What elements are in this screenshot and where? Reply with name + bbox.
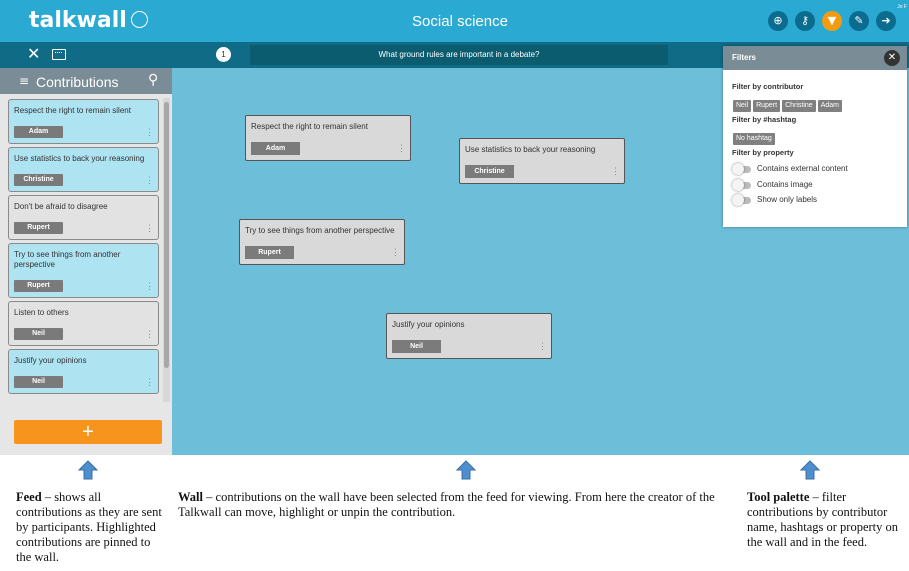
question-text: What ground rules are important in a deb…	[250, 45, 668, 65]
up-arrow-icon	[800, 460, 820, 480]
feed-title: Contributions	[36, 74, 119, 90]
author-tag: Christine	[14, 174, 63, 186]
toggle-label: Contains external content	[757, 164, 848, 173]
chip-no-hashtag[interactable]: No hashtag	[733, 133, 775, 145]
contributor-chips: Neil Rupert Christine Adam	[733, 94, 844, 112]
hashtag-chips: No hashtag	[733, 127, 777, 145]
feed-item[interactable]: Respect the right to remain silent Adam …	[8, 99, 159, 144]
filter-icon[interactable]: ▼	[822, 11, 842, 31]
wall-item-text: Try to see things from another perspecti…	[245, 226, 395, 235]
author-tag: Neil	[392, 340, 441, 353]
close-filters-icon[interactable]: ✕	[884, 50, 900, 66]
contributions-feed: ≡ Contributions ⚲ Respect the right to r…	[0, 68, 172, 455]
toggle-label: Show only labels	[757, 195, 818, 204]
logout-icon[interactable]: ➜	[876, 11, 896, 31]
author-tag: Rupert	[245, 246, 294, 259]
filters-title: Filters	[732, 53, 757, 62]
feed-item-text: Listen to others	[14, 308, 69, 317]
filter-hashtag-label: Filter by #hashtag	[732, 115, 797, 124]
scrollbar-thumb[interactable]	[164, 102, 169, 368]
more-icon[interactable]: ⋮	[611, 167, 620, 176]
chip-rupert[interactable]: Rupert	[753, 100, 781, 112]
feed-item-text: Use statistics to back your reasoning	[14, 154, 145, 163]
wall-item[interactable]: Respect the right to remain silent Adam …	[245, 115, 411, 161]
author-tag: Adam	[251, 142, 300, 155]
more-icon[interactable]: ⋮	[397, 144, 406, 153]
pencil-icon[interactable]: ✎	[849, 11, 869, 31]
filters-panel: Filters ✕ Filter by contributor Neil Rupe…	[723, 46, 907, 227]
question-number[interactable]: 1	[216, 47, 231, 62]
filter-property-label: Filter by property	[732, 148, 794, 157]
key-icon[interactable]: ⚷	[795, 11, 815, 31]
feed-header: ≡ Contributions ⚲	[0, 68, 172, 94]
caption-title: Feed	[16, 490, 42, 504]
chip-christine[interactable]: Christine	[782, 100, 816, 112]
toggle-knob[interactable]	[732, 194, 744, 206]
more-icon[interactable]: ⋮	[538, 342, 547, 351]
feed-item-text: Respect the right to remain silent	[14, 106, 131, 115]
author-tag: Neil	[14, 376, 63, 388]
more-icon[interactable]: ⋮	[391, 248, 400, 257]
wall-item[interactable]: Justify your opinions Neil ⋮	[386, 313, 552, 359]
wall-title: Social science	[412, 13, 508, 30]
caption-title: Wall	[178, 490, 204, 504]
filter-contributor-label: Filter by contributor	[732, 82, 804, 91]
feed-item-text: Don't be afraid to disagree	[14, 202, 108, 211]
search-icon[interactable]: ⚲	[148, 72, 158, 88]
feed-item[interactable]: Use statistics to back your reasoning Ch…	[8, 147, 159, 192]
more-icon[interactable]: ⋮	[145, 176, 154, 185]
feed-list: Respect the right to remain silent Adam …	[0, 98, 172, 408]
filters-header: Filters ✕	[723, 46, 907, 70]
author-tag: Rupert	[14, 280, 63, 292]
author-tag: Christine	[465, 165, 514, 178]
present-screen-icon[interactable]	[52, 49, 66, 60]
wall-item-text: Use statistics to back your reasoning	[465, 145, 596, 154]
feed-scrollbar[interactable]	[163, 98, 170, 402]
more-icon[interactable]: ⋮	[145, 224, 154, 233]
toggle-label: Contains image	[757, 180, 813, 189]
feed-item[interactable]: Don't be afraid to disagree Rupert ⋮	[8, 195, 159, 240]
author-tag: Neil	[14, 328, 63, 340]
wall-item[interactable]: Try to see things from another perspecti…	[239, 219, 405, 265]
palette-caption: Tool palette – filter contributions by c…	[747, 490, 905, 550]
feed-item[interactable]: Listen to others Neil ⋮	[8, 301, 159, 346]
more-icon[interactable]: ⋮	[145, 128, 154, 137]
add-contribution-button[interactable]: +	[14, 420, 162, 444]
feed-item-text: Try to see things from another perspecti…	[14, 250, 121, 269]
caption-text: – contributions on the wall have been se…	[178, 490, 715, 519]
more-icon[interactable]: ⋮	[145, 330, 154, 339]
feed-caption: Feed – shows all contributions as they a…	[16, 490, 166, 565]
feed-item[interactable]: Try to see things from another perspecti…	[8, 243, 159, 298]
toggle-knob[interactable]	[732, 163, 744, 175]
close-icon[interactable]: ✕	[27, 45, 40, 65]
wall-item-text: Respect the right to remain silent	[251, 122, 368, 131]
wall-item-text: Justify your opinions	[392, 320, 465, 329]
talkwall-logo: talkwall	[29, 9, 148, 33]
wall-caption: Wall – contributions on the wall have be…	[178, 490, 738, 520]
chip-neil[interactable]: Neil	[733, 100, 752, 112]
up-arrow-icon	[78, 460, 98, 480]
chip-adam[interactable]: Adam	[817, 100, 842, 112]
feed-item[interactable]: Justify your opinions Neil ⋮	[8, 349, 159, 394]
feed-menu-icon[interactable]: ≡	[19, 74, 29, 88]
caption-title: Tool palette	[747, 490, 810, 504]
top-bar: talkwall Social science ⊕ ⚷ ▼ ✎ ➜ Jo F	[0, 0, 909, 42]
feed-item-text: Justify your opinions	[14, 356, 87, 365]
up-arrow-icon	[456, 460, 476, 480]
author-tag: Rupert	[14, 222, 63, 234]
more-icon[interactable]: ⋮	[145, 282, 154, 291]
toggle-knob[interactable]	[732, 179, 744, 191]
wall-item[interactable]: Use statistics to back your reasoning Ch…	[459, 138, 625, 184]
zoom-icon[interactable]: ⊕	[768, 11, 788, 31]
author-tag: Adam	[14, 126, 63, 138]
user-tag: Jo F	[897, 4, 907, 10]
talkwall-app: talkwall Social science ⊕ ⚷ ▼ ✎ ➜ Jo F ✕…	[0, 0, 909, 455]
more-icon[interactable]: ⋮	[145, 378, 154, 387]
